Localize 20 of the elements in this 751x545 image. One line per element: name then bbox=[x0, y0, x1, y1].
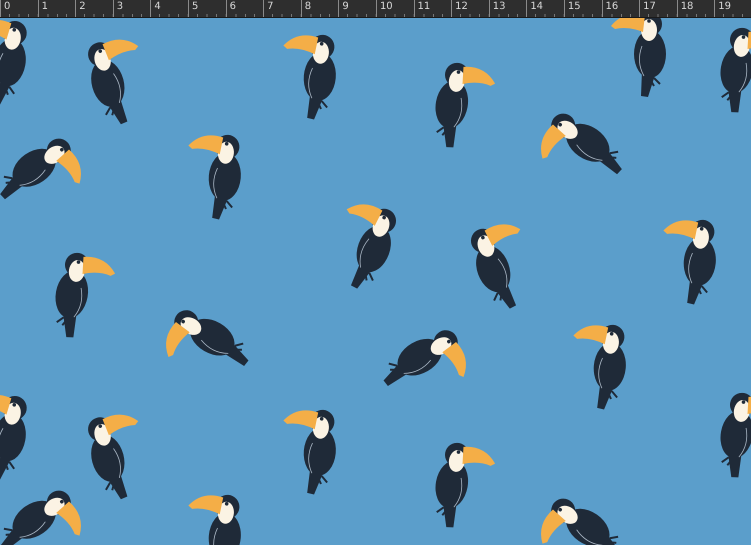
ruler-label: 7 bbox=[267, 1, 274, 13]
ruler-label: 16 bbox=[606, 1, 618, 13]
ruler-label: 9 bbox=[342, 1, 349, 13]
ruler-label: 1 bbox=[42, 1, 48, 13]
ruler-label: 14 bbox=[530, 1, 544, 13]
ruler-label: 3 bbox=[116, 1, 124, 13]
ruler-label: 4 bbox=[154, 1, 161, 13]
ruler-label: 18 bbox=[680, 1, 694, 13]
ruler-label: 2 bbox=[79, 1, 86, 13]
ruler-label: 13 bbox=[492, 1, 506, 13]
ruler-label: 15 bbox=[568, 1, 581, 13]
ruler-label: 17 bbox=[643, 1, 656, 13]
ruler-label: 5 bbox=[192, 1, 198, 13]
ruler-label: 10 bbox=[380, 1, 393, 13]
ruler-label: 6 bbox=[230, 1, 236, 13]
ruler-label: 12 bbox=[455, 1, 468, 13]
ruler-label: 19 bbox=[718, 1, 732, 13]
ruler-label: 8 bbox=[304, 1, 312, 13]
ruler-label: 0 bbox=[4, 1, 10, 13]
ruler-label: 11 bbox=[418, 1, 430, 13]
